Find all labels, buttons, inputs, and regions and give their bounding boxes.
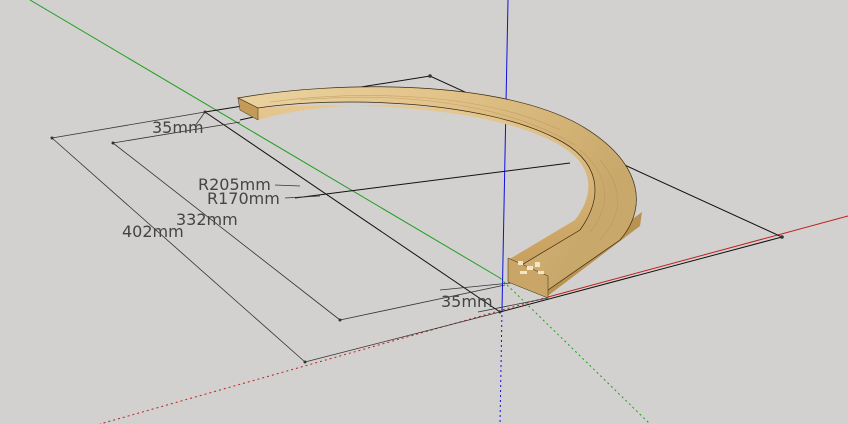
dim-bottom-width-label[interactable]: 35mm xyxy=(441,292,493,311)
dim-inner-radius-label[interactable]: R170mm xyxy=(207,189,280,208)
dim-outer-length-label[interactable]: 402mm xyxy=(122,222,184,241)
red-axis-dotted xyxy=(99,296,549,424)
wood-arc[interactable] xyxy=(236,86,642,299)
radius-leader-line xyxy=(294,162,571,199)
bounding-diagonal xyxy=(204,111,501,313)
wood-grain xyxy=(269,95,618,241)
wood-arc-top-face xyxy=(236,86,637,291)
axes xyxy=(29,0,848,424)
scene-canvas[interactable]: 35mm R205mm R170mm 332mm 402mm 35mm xyxy=(0,0,848,424)
green-axis-dotted xyxy=(499,277,651,424)
model-viewport[interactable]: 35mm R205mm R170mm 332mm 402mm 35mm xyxy=(0,0,848,424)
green-axis xyxy=(29,0,501,279)
dimension-labels: 35mm R205mm R170mm 332mm 402mm 35mm xyxy=(122,118,493,311)
blue-axis xyxy=(501,0,509,311)
dim-top-width-label[interactable]: 35mm xyxy=(152,118,204,137)
blue-axis-dotted xyxy=(499,309,503,424)
dim-inner-length-label[interactable]: 332mm xyxy=(176,210,238,229)
